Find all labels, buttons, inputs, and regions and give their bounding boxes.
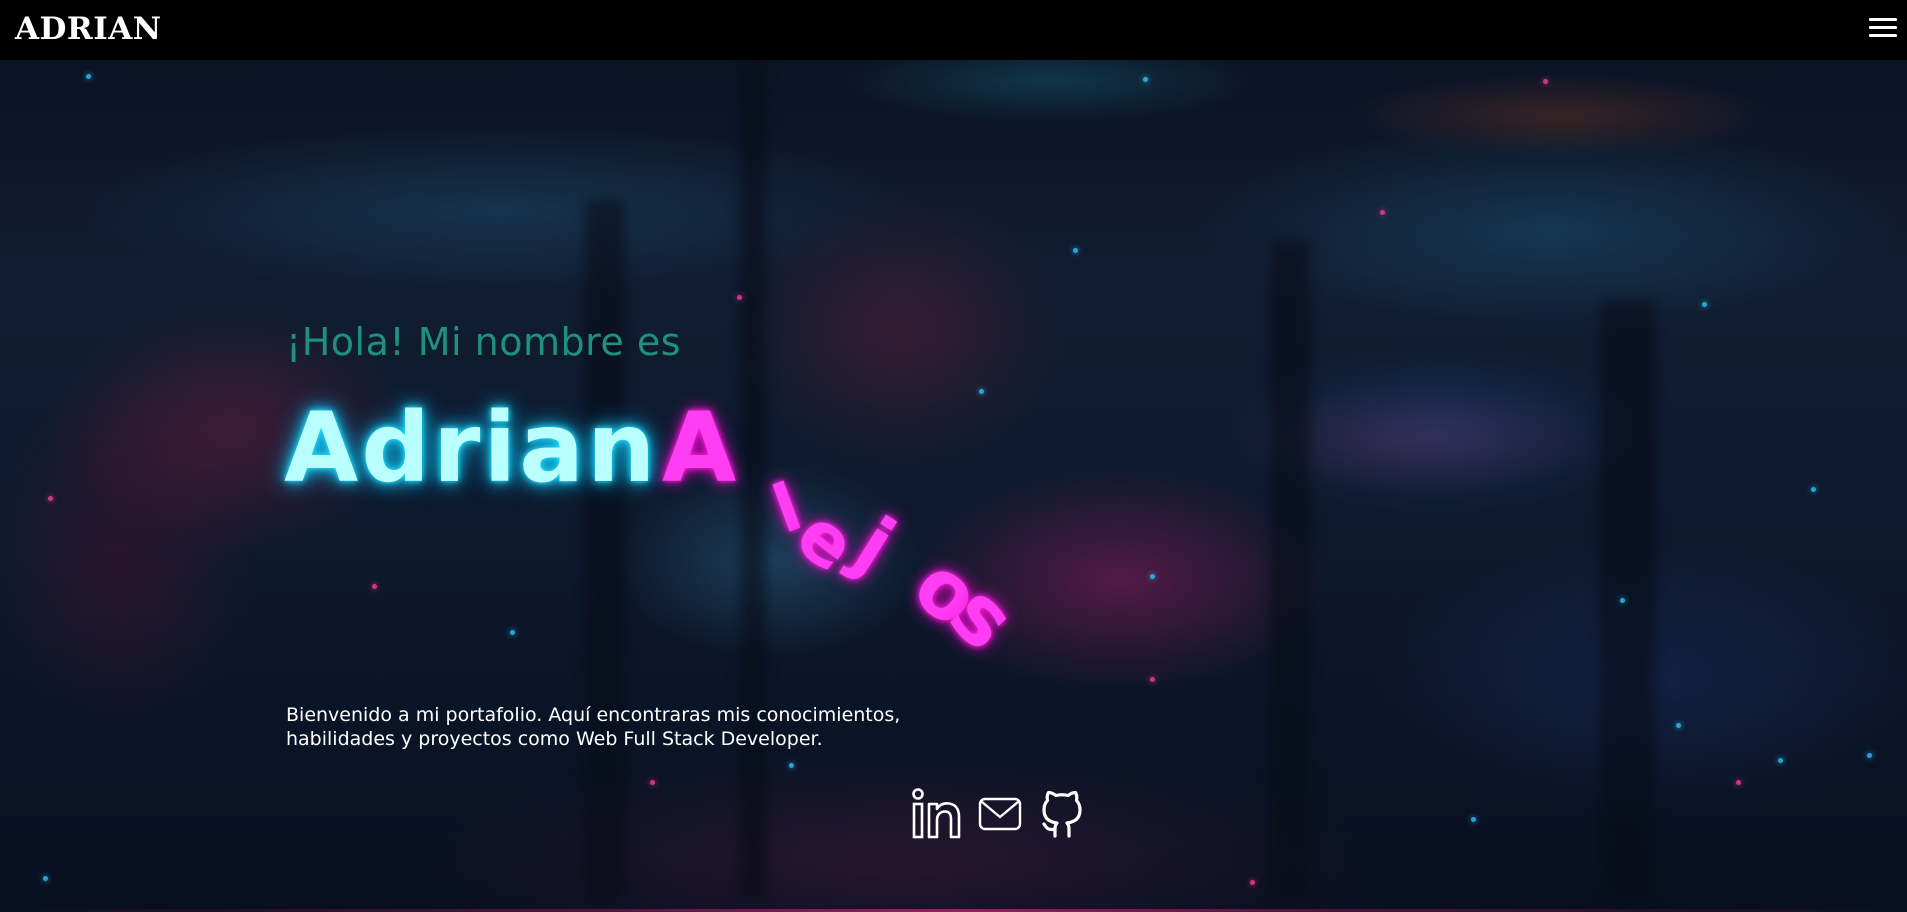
particle-dot	[372, 584, 377, 589]
mail-icon	[978, 797, 1022, 831]
particle-dot	[1150, 677, 1155, 682]
linkedin-link[interactable]	[910, 788, 962, 844]
particle-dot	[1811, 487, 1816, 492]
particle-dot	[1150, 574, 1155, 579]
particle-dot	[43, 876, 48, 881]
hero-first-name: Adrian	[284, 392, 659, 504]
menu-bar	[1869, 26, 1897, 29]
particle-dot	[86, 74, 91, 79]
particle-dot	[1380, 210, 1385, 215]
particle-dot	[1073, 248, 1078, 253]
particle-dot	[1620, 598, 1625, 603]
particle-dot	[1676, 723, 1681, 728]
particle-dot	[979, 389, 984, 394]
github-icon	[1042, 790, 1082, 838]
particle-dot	[48, 496, 53, 501]
particle-dot	[650, 780, 655, 785]
particle-dot	[789, 763, 794, 768]
particle-dot	[1471, 817, 1476, 822]
particle-dot	[1736, 780, 1741, 785]
github-link[interactable]	[1038, 789, 1086, 843]
menu-bar	[1869, 18, 1897, 21]
particle-dot	[1543, 79, 1548, 84]
particle-dot	[510, 630, 515, 635]
social-links	[910, 788, 1086, 844]
hero-greeting: ¡Hola! Mi nombre es	[286, 320, 682, 364]
particle-dot	[1143, 77, 1148, 82]
linkedin-icon	[912, 788, 961, 839]
brand-logo[interactable]: ADRIAN	[15, 11, 162, 47]
page: ADRIAN ¡Hola! Mi nombre es Adrian Alejos…	[0, 0, 1907, 912]
particle-dot	[1867, 753, 1872, 758]
particle-dot	[1778, 758, 1783, 763]
email-link[interactable]	[978, 796, 1022, 836]
navbar: ADRIAN	[0, 0, 1907, 60]
particle-dot	[1250, 880, 1255, 885]
particle-dot	[1702, 302, 1707, 307]
particle-dot	[737, 295, 742, 300]
menu-bar	[1869, 34, 1897, 37]
hero-description: Bienvenido a mi portafolio. Aquí encontr…	[286, 704, 901, 750]
hamburger-menu-icon[interactable]	[1869, 18, 1897, 42]
